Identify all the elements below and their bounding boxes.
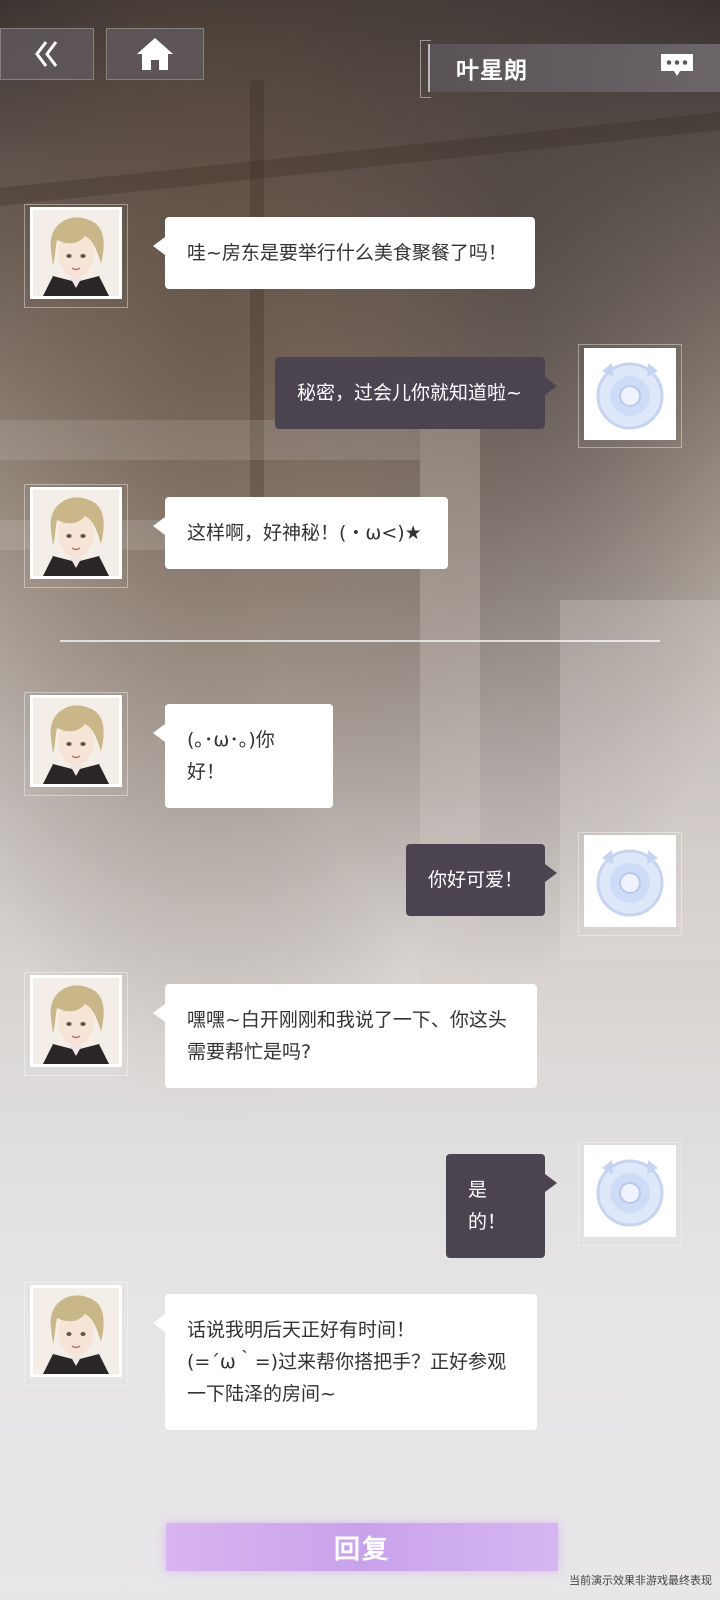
chat-more-icon: [658, 52, 696, 82]
reply-button[interactable]: 回复: [166, 1523, 558, 1571]
character-avatar[interactable]: [30, 1285, 122, 1377]
player-avatar[interactable]: [584, 1145, 676, 1237]
home-button[interactable]: [106, 28, 204, 80]
player-avatar[interactable]: [584, 835, 676, 927]
message-bubble-right: 你好可爱！: [406, 844, 557, 916]
home-icon: [136, 37, 174, 71]
chat-title-bar: 叶星朗: [420, 40, 720, 98]
message-bubble-left: 哇~房东是要举行什么美食聚餐了吗！: [153, 217, 535, 289]
message-bubble-left: 嘿嘿~白开刚刚和我说了一下、你这头 需要帮忙是吗?: [153, 984, 537, 1088]
character-avatar[interactable]: [30, 975, 122, 1067]
more-button[interactable]: [658, 54, 696, 80]
character-avatar[interactable]: [30, 487, 122, 579]
back-button[interactable]: [0, 28, 94, 80]
player-avatar[interactable]: [584, 348, 676, 440]
character-avatar[interactable]: [30, 207, 122, 299]
message-bubble-right: 秘密，过会儿你就知道啦~: [275, 357, 557, 429]
conversation-divider: [60, 640, 660, 642]
message-bubble-right: 是的！: [446, 1154, 557, 1258]
contact-name: 叶星朗: [456, 58, 528, 84]
message-bubble-left: 这样啊，好神秘！(・ω<)★: [153, 497, 448, 569]
double-chevron-left-icon: [34, 39, 60, 69]
demo-disclaimer: 当前演示效果非游戏最终表现: [569, 1574, 712, 1587]
message-bubble-left: 话说我明后天正好有时间！ (=´ω｀=)过来帮你搭把手？正好参观 一下陆泽的房间…: [153, 1294, 537, 1430]
message-bubble-left: (｡･ω･｡)你好！: [153, 704, 333, 808]
character-avatar[interactable]: [30, 695, 122, 787]
